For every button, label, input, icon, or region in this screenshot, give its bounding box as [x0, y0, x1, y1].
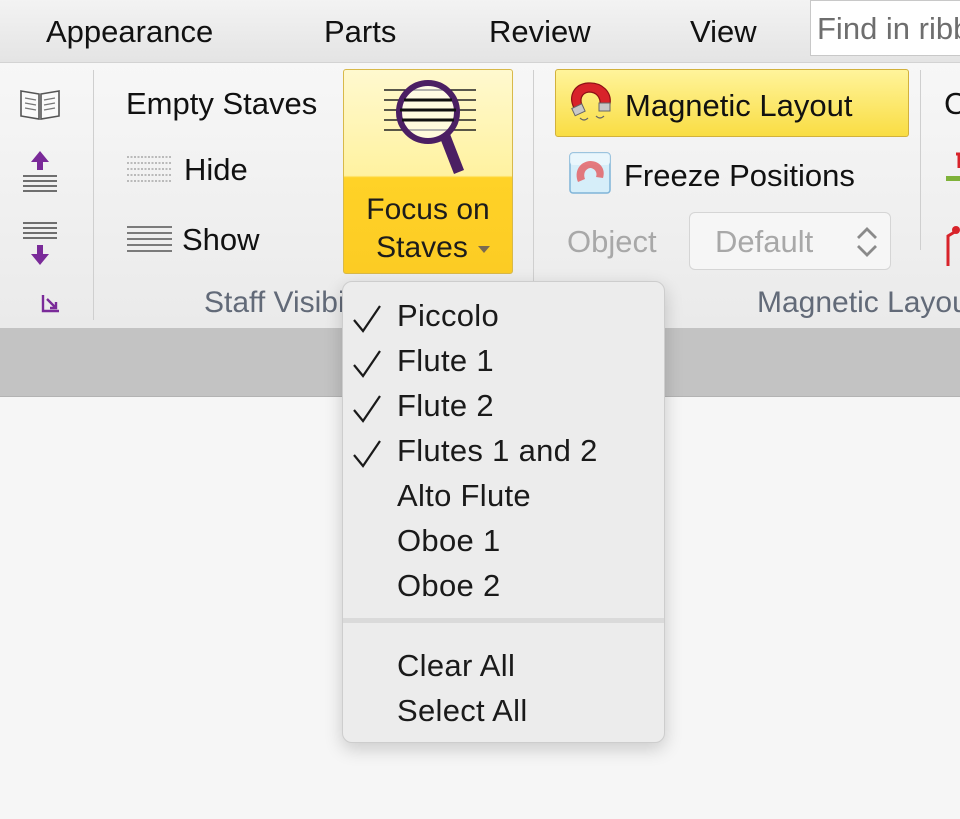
menu-item-select-all[interactable]: Select All: [343, 690, 664, 735]
find-in-ribbon-placeholder: Find in ribbon: [817, 11, 960, 46]
menu-item-label: Oboe 2: [397, 568, 501, 603]
menu-item-label: Select All: [397, 693, 528, 728]
partial-tool-icon[interactable]: [944, 150, 960, 190]
checkmark-icon: [353, 305, 381, 333]
menu-item-label: Clear All: [397, 648, 516, 683]
menu-item-oboe-1[interactable]: Oboe 1: [343, 520, 664, 565]
move-staff-up-icon[interactable]: [20, 150, 60, 196]
menu-item-label: Oboe 1: [397, 523, 501, 558]
menu-item-flute-1[interactable]: Flute 1: [343, 340, 664, 385]
menu-item-flute-2[interactable]: Flute 2: [343, 385, 664, 430]
empty-staves-label: Empty Staves: [126, 86, 318, 121]
tab-appearance[interactable]: Appearance: [46, 14, 213, 50]
menu-item-clear-all[interactable]: Clear All: [343, 645, 664, 690]
checkmark-icon: [353, 395, 381, 423]
menu-item-label: Flute 2: [397, 388, 494, 423]
freeze-positions-label: Freeze Positions: [624, 158, 855, 193]
stepper-icon: [857, 227, 877, 257]
menu-item-label: Flutes 1 and 2: [397, 433, 598, 468]
tab-view[interactable]: View: [690, 14, 757, 50]
staff-visibility-group-label-clip: Staff Visibility: [204, 286, 344, 326]
staff-visibility-group-label: Staff Visibility: [204, 286, 344, 319]
show-staves-icon: [127, 226, 172, 252]
checkmark-icon: [353, 440, 381, 468]
checkmark-icon: [353, 350, 381, 378]
menu-item-label: Piccolo: [397, 298, 500, 333]
magnet-icon: [571, 82, 611, 121]
book-icon[interactable]: [18, 86, 62, 122]
menu-item-oboe-2[interactable]: Oboe 2: [343, 565, 664, 610]
focus-on-staves-line1: Focus on: [366, 193, 490, 226]
object-select-value: Default: [715, 224, 814, 259]
group-separator: [920, 70, 921, 250]
focus-staves-menu: Piccolo Flute 1 Flute 2 Flutes 1 and 2 A…: [342, 281, 665, 743]
ribbon-tab-bar: Appearance Parts Review View Find in rib…: [0, 0, 960, 62]
magnifier-staves-icon: [384, 80, 476, 174]
show-staves-button[interactable]: Show: [126, 220, 326, 264]
tab-parts[interactable]: Parts: [324, 14, 396, 50]
object-label: Object: [567, 224, 657, 259]
menu-separator: [343, 618, 664, 623]
group-separator: [93, 70, 94, 320]
next-group-partial-label: C: [944, 86, 960, 121]
dialog-launcher-icon[interactable]: [40, 292, 62, 314]
hide-staves-button[interactable]: Hide: [126, 150, 326, 194]
object-select[interactable]: Default: [689, 212, 891, 270]
hide-label: Hide: [184, 152, 248, 187]
freeze-positions-button[interactable]: Freeze Positions: [566, 150, 896, 198]
magnetic-layout-button[interactable]: Magnetic Layout: [555, 69, 909, 137]
menu-item-alto-flute[interactable]: Alto Flute: [343, 475, 664, 520]
find-in-ribbon-input[interactable]: Find in ribbon: [810, 0, 960, 56]
menu-item-piccolo[interactable]: Piccolo: [343, 295, 664, 340]
partial-tool-icon-2[interactable]: [944, 222, 960, 268]
menu-item-flutes-1-and-2[interactable]: Flutes 1 and 2: [343, 430, 664, 475]
menu-item-label: Flute 1: [397, 343, 494, 378]
move-staff-down-icon[interactable]: [20, 220, 60, 266]
magnetic-layout-group-label: Magnetic Layout: [757, 286, 960, 319]
magnetic-layout-group-label-clip: Magnetic Layout: [757, 286, 960, 326]
magnetic-layout-label: Magnetic Layout: [625, 88, 853, 123]
tab-review[interactable]: Review: [489, 14, 591, 50]
show-label: Show: [182, 222, 260, 257]
focus-on-staves-button[interactable]: Focus on Staves: [343, 69, 513, 274]
hide-staves-icon: [127, 156, 172, 182]
freeze-icon: [569, 152, 611, 194]
dropdown-arrow-icon: [478, 246, 490, 253]
menu-item-label: Alto Flute: [397, 478, 531, 513]
